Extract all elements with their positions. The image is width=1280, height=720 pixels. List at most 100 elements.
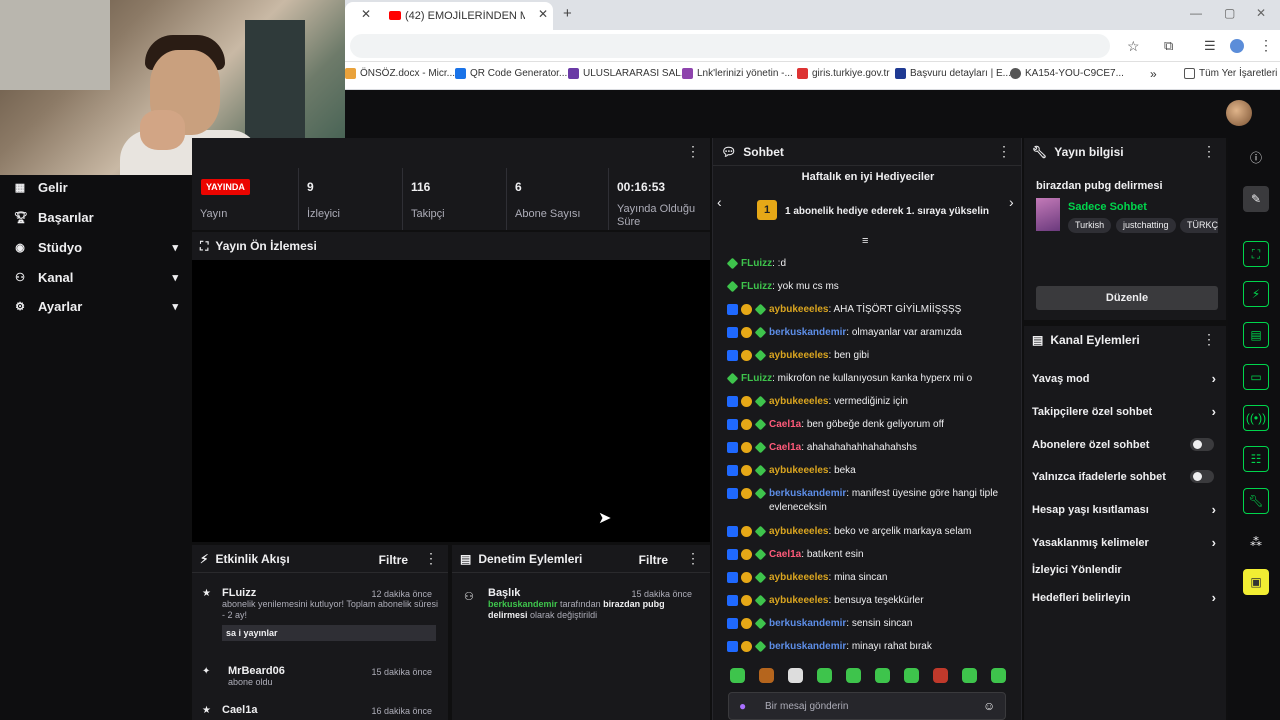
collapse-icon[interactable]: ≡: [862, 235, 868, 247]
tag-chip[interactable]: justchatting: [1116, 218, 1176, 233]
emote-icon[interactable]: [991, 668, 1006, 683]
pencil-icon[interactable]: ✎: [1243, 186, 1269, 212]
chat-message[interactable]: aybukeeeles: vermediğiniz için: [727, 395, 1013, 409]
emote-icon[interactable]: [933, 668, 948, 683]
wrench-icon[interactable]: 🔧︎: [1243, 488, 1269, 514]
more-options-icon[interactable]: ⋮: [686, 144, 700, 158]
document-icon[interactable]: ▤: [1243, 322, 1269, 348]
emote-icon[interactable]: [817, 668, 832, 683]
emote-icon[interactable]: [875, 668, 890, 683]
close-tab-icon[interactable]: ✕: [361, 7, 371, 21]
nav-item-studyo[interactable]: ◉ Stüdyo ▾: [14, 240, 178, 255]
more-options-icon[interactable]: ⋮: [997, 144, 1011, 158]
chat-message[interactable]: berkuskandemir: olmayanlar var aramızda: [727, 326, 1013, 340]
profile-icon[interactable]: [1230, 39, 1244, 53]
activity-event[interactable]: ✦ MrBeard06 abone oldu 15 dakika önce: [200, 665, 440, 688]
chat-username[interactable]: FLuizz: [741, 281, 772, 292]
nav-item-ayarlar[interactable]: ⚙ Ayarlar ▾: [14, 299, 178, 314]
chat-username[interactable]: Cael1a: [769, 442, 801, 453]
chat-message[interactable]: aybukeeeles: ben gibi: [727, 349, 1013, 363]
maximize-icon[interactable]: ▢: [1224, 6, 1235, 20]
chat-username[interactable]: berkuskandemir: [769, 618, 846, 629]
chat-username[interactable]: FLuizz: [741, 373, 772, 384]
broadcast-icon[interactable]: ((•)): [1243, 405, 1269, 431]
new-tab-icon[interactable]: +: [563, 5, 572, 22]
chat-input[interactable]: ● Bir mesaj gönderin ☺: [728, 692, 1006, 720]
extensions-icon[interactable]: ⧉: [1164, 38, 1173, 54]
chevron-right-icon[interactable]: ›: [1009, 194, 1014, 210]
user-avatar[interactable]: [1226, 100, 1252, 126]
chat-message[interactable]: aybukeeeles: mina sincan: [727, 571, 1013, 585]
chat-message[interactable]: FLuizz: :d: [726, 257, 1013, 271]
info-icon[interactable]: ⓘ: [1243, 144, 1269, 170]
browser-tab[interactable]: (42) EMOJİLERİNDEN MANİFES: [345, 2, 553, 30]
bookmark-5[interactable]: giris.turkiye.gov.tr: [797, 68, 890, 79]
action-followers-only[interactable]: Takipçilere özel sohbet ›: [1032, 404, 1220, 419]
chat-message[interactable]: Cael1a: batıkent esin: [727, 548, 1013, 562]
chat-username[interactable]: aybukeeeles: [769, 526, 829, 537]
emote-icon[interactable]: [962, 668, 977, 683]
emote-icon[interactable]: [904, 668, 919, 683]
nav-item-basarilar[interactable]: 🏆︎ Başarılar: [14, 210, 178, 225]
chat-username[interactable]: aybukeeeles: [769, 595, 829, 606]
microphone-icon[interactable]: ●: [739, 699, 746, 713]
chat-username[interactable]: aybukeeeles: [769, 572, 829, 583]
all-bookmarks[interactable]: Tüm Yer İşaretleri: [1184, 68, 1277, 79]
activity-event[interactable]: ★ Cael1a 16 dakika önce: [200, 704, 440, 716]
action-subs-only[interactable]: Abonelere özel sohbet: [1032, 438, 1220, 451]
emote-icon[interactable]: [759, 668, 774, 683]
activity-event[interactable]: ★ FLuizz abonelik yenilemesini kutluyor!…: [200, 587, 440, 641]
chat-username[interactable]: aybukeeeles: [769, 465, 829, 476]
more-options-icon[interactable]: ⋮: [1202, 332, 1216, 346]
bookmark-3[interactable]: ULUSLARARASI SAL...: [568, 68, 689, 79]
emote-icon[interactable]: [846, 668, 861, 683]
group-icon[interactable]: ⁂: [1243, 529, 1269, 555]
clapper-icon[interactable]: ▣: [1243, 569, 1269, 595]
close-tab-icon-2[interactable]: ✕: [538, 7, 548, 21]
chat-icon[interactable]: ▭: [1243, 364, 1269, 390]
more-options-icon[interactable]: ⋮: [424, 551, 438, 565]
more-options-icon[interactable]: ⋮: [686, 551, 700, 565]
emote-only-toggle[interactable]: [1190, 470, 1214, 483]
omnibox[interactable]: [350, 34, 1110, 58]
emote-picker-icon[interactable]: ☺: [983, 699, 995, 713]
chat-message[interactable]: FLuizz: yok mu cs ms: [726, 280, 1013, 294]
more-bookmarks-icon[interactable]: »: [1150, 67, 1157, 81]
nav-item-kanal[interactable]: ⚇ Kanal ▾: [14, 270, 178, 285]
kebab-menu-icon[interactable]: ⋮: [1259, 37, 1273, 54]
bookmark-4[interactable]: Lnk'lerinizi yönetin -...: [682, 68, 793, 79]
ad-icon[interactable]: ☷: [1243, 446, 1269, 472]
subs-only-toggle[interactable]: [1190, 438, 1214, 451]
chat-message[interactable]: aybukeeeles: AHA TİŞÖRT GİYİLMİİŞŞŞŞ: [727, 303, 1013, 317]
clip-icon[interactable]: ⛶: [1243, 241, 1269, 267]
emote-icon[interactable]: [730, 668, 745, 683]
chat-message[interactable]: aybukeeeles: bensuya teşekkürler: [727, 594, 1013, 608]
chat-message[interactable]: Cael1a: ben göbeğe denk geliyorum off: [727, 418, 1013, 432]
chat-username[interactable]: berkuskandemir: [769, 641, 846, 652]
bookmark-6[interactable]: Başvuru detayları | E...: [895, 68, 1011, 79]
action-banned-words[interactable]: Yasaklanmış kelimeler ›: [1032, 535, 1220, 550]
edit-info-button[interactable]: Düzenle: [1036, 286, 1218, 310]
chat-message[interactable]: aybukeeeles: beko ve arçelik markaya sel…: [727, 525, 1013, 539]
chat-username[interactable]: aybukeeeles: [769, 350, 829, 361]
activity-filter-button[interactable]: Filtre: [379, 553, 408, 567]
lightning-icon[interactable]: ⚡︎: [1243, 281, 1269, 307]
action-set-goals[interactable]: Hedefleri belirleyin ›: [1032, 590, 1220, 605]
emote-icon[interactable]: [788, 668, 803, 683]
star-icon[interactable]: ☆: [1127, 38, 1140, 55]
action-slow-mode[interactable]: Yavaş mod ›: [1032, 371, 1220, 386]
action-account-age[interactable]: Hesap yaşı kısıtlaması ›: [1032, 502, 1220, 517]
chat-message[interactable]: Cael1a: ahahahahahhahahahshs: [727, 441, 1013, 455]
tag-chip[interactable]: TÜRKÇ: [1180, 218, 1218, 233]
moderation-filter-button[interactable]: Filtre: [639, 553, 668, 567]
chat-message[interactable]: berkuskandemir: sensin sincan: [727, 617, 1013, 631]
minimize-icon[interactable]: —: [1190, 6, 1202, 20]
chevron-left-icon[interactable]: ‹: [717, 194, 722, 210]
tag-chip[interactable]: Turkish: [1068, 218, 1112, 233]
moderation-item[interactable]: ⚇ Başlık berkuskandemir tarafından biraz…: [460, 587, 700, 621]
chat-username[interactable]: aybukeeeles: [769, 304, 829, 315]
bookmark-7[interactable]: KA154-YOU-C9CE7...: [1010, 68, 1124, 79]
chat-message[interactable]: berkuskandemir: minayı rahat bırak: [727, 640, 1013, 654]
chat-username[interactable]: berkuskandemir: [769, 327, 846, 338]
bookmark-1[interactable]: ÖNSÖZ.docx - Micr...: [345, 68, 455, 79]
